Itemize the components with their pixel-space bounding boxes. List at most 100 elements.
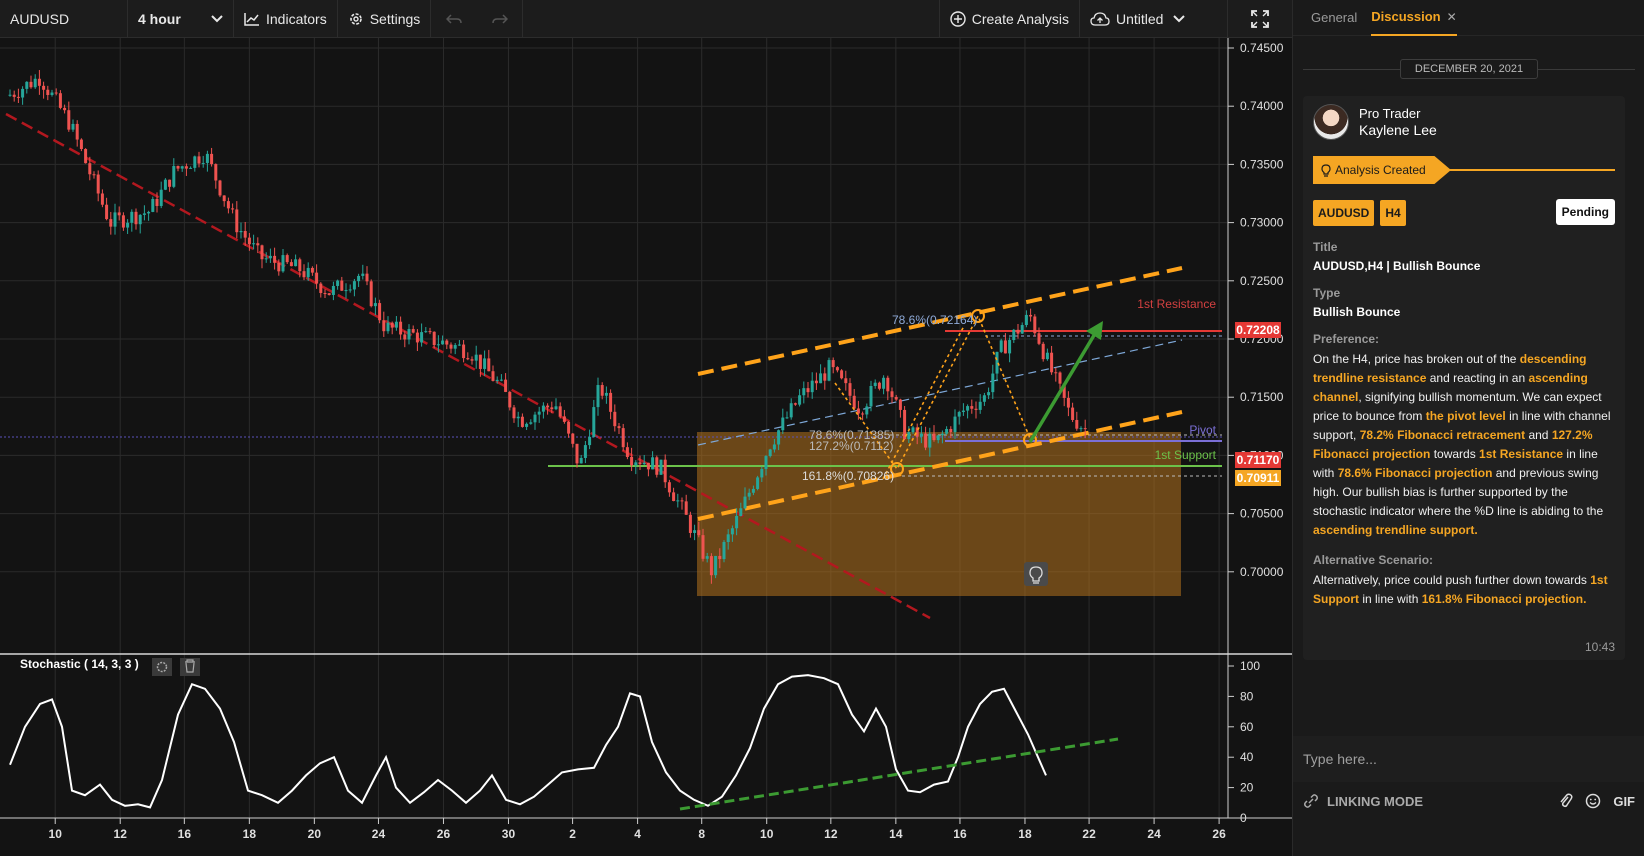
candle-body <box>399 321 403 335</box>
candle-body <box>92 174 96 176</box>
indicator-delete-button[interactable] <box>180 658 200 676</box>
candle-body <box>827 360 831 381</box>
settings-button[interactable]: Settings <box>338 0 432 38</box>
candle-body <box>621 428 625 448</box>
indicators-button[interactable]: Indicators <box>234 0 338 38</box>
candle-body <box>831 360 835 368</box>
candle-body <box>777 430 781 445</box>
analysis-created-banner: Analysis Created <box>1313 156 1615 184</box>
candle-body <box>138 214 142 225</box>
candle-body <box>432 331 436 345</box>
candle-body <box>1016 329 1020 334</box>
redo-button[interactable] <box>477 0 524 38</box>
candle-body <box>247 237 251 245</box>
date-pill: DECEMBER 20, 2021 <box>1399 59 1539 79</box>
candle-body <box>1054 372 1058 374</box>
text-span: in line with <box>1359 592 1422 606</box>
candle-body <box>571 433 575 444</box>
candle-body <box>226 201 230 209</box>
candle-body <box>814 380 818 384</box>
candle-body <box>680 500 684 502</box>
candle-body <box>453 345 457 349</box>
candle-body <box>126 222 130 228</box>
time-tick-label: 24 <box>372 827 386 841</box>
fib-label-4: 161.8%(0.70826) <box>802 469 894 483</box>
time-axis[interactable]: 10 12 16 18 20 24 26 30 2 4 8 10 12 14 16 18 22 24 26 <box>49 818 1227 841</box>
candle-body <box>361 273 365 276</box>
lightbulb-icon <box>1321 163 1331 177</box>
tab-discussion[interactable]: Discussion ✕ <box>1371 0 1457 36</box>
chart-area[interactable]: 1st Resistance Pivot 1st Support 78.6%(0… <box>0 38 1292 856</box>
candle-body <box>54 92 58 94</box>
message-input[interactable] <box>1303 751 1635 767</box>
gif-button[interactable]: GIF <box>1613 794 1635 809</box>
candle-body <box>667 482 671 493</box>
candle-body <box>651 457 655 470</box>
candle-body <box>655 457 659 475</box>
candle-body <box>705 556 709 559</box>
candle-body <box>701 535 705 559</box>
candle-body <box>1083 428 1087 430</box>
first-support-text: 1st Support <box>1155 448 1217 462</box>
candle-body <box>29 81 33 88</box>
candle-body <box>747 492 751 497</box>
layout-dropdown[interactable]: Untitled <box>1080 0 1228 38</box>
paperclip-icon[interactable] <box>1559 793 1573 809</box>
candle-body <box>256 243 260 246</box>
candle-body <box>642 462 646 465</box>
undo-button[interactable] <box>431 0 477 38</box>
date-separator: DECEMBER 20, 2021 <box>1303 58 1635 80</box>
candle-body <box>516 416 520 419</box>
candle-body <box>541 405 545 412</box>
linking-mode-toggle[interactable]: LINKING MODE <box>1327 794 1423 809</box>
price-tag-pivot-text: 0.71170 <box>1237 453 1280 467</box>
tab-general[interactable]: General <box>1311 0 1357 36</box>
candle-body <box>100 193 104 205</box>
type-label: Type <box>1313 286 1341 300</box>
create-analysis-button[interactable]: Create Analysis <box>940 0 1080 38</box>
candle-body <box>949 428 953 433</box>
fib-label-1: 78.6%(0.72164) <box>892 313 977 327</box>
projection-box <box>697 432 1181 596</box>
price-chart[interactable]: 1st Resistance Pivot 1st Support 78.6%(0… <box>0 38 1292 856</box>
avatar[interactable] <box>1313 104 1349 140</box>
candle-body <box>974 408 978 410</box>
candle-body <box>911 427 915 433</box>
author-name[interactable]: Kaylene Lee <box>1359 122 1437 138</box>
price-axis[interactable]: 0.745000.740000.735000.730000.725000.720… <box>1228 41 1284 579</box>
candle-body <box>936 435 940 441</box>
candle-body <box>197 156 201 164</box>
projection-arrow <box>1028 331 1098 443</box>
first-resistance-text: 1st Resistance <box>1137 297 1216 311</box>
candle-body <box>894 396 898 400</box>
candle-body <box>772 444 776 450</box>
fullscreen-button[interactable] <box>1228 0 1292 38</box>
symbol-badge: AUDUSD <box>1313 200 1375 226</box>
symbol-selector[interactable]: AUDUSD <box>0 0 128 38</box>
candle-body <box>189 167 193 169</box>
candle-body <box>554 406 558 410</box>
candle-body <box>987 392 991 396</box>
candle-body <box>613 411 617 427</box>
candle-body <box>407 329 411 340</box>
emoji-icon[interactable] <box>1585 793 1601 809</box>
candle-body <box>982 395 986 402</box>
candle-body <box>596 385 600 408</box>
candle-body <box>852 395 856 409</box>
candle-body <box>1033 316 1037 334</box>
indicator-settings-button[interactable] <box>152 658 172 676</box>
candle-body <box>298 259 302 272</box>
candle-body <box>659 459 663 475</box>
descending-trendline[interactable] <box>5 112 931 620</box>
candle-body <box>785 417 789 419</box>
candle-body <box>1058 372 1062 384</box>
timeframe-dropdown[interactable]: 4 hour <box>128 0 234 38</box>
close-icon[interactable]: ✕ <box>1447 10 1457 24</box>
title-value: AUDUSD,H4 | Bullish Bounce <box>1313 259 1481 273</box>
candle-body <box>823 373 827 381</box>
candle-body <box>697 530 701 536</box>
candle-body <box>8 94 12 96</box>
candle-body <box>243 231 247 238</box>
candle-body <box>835 367 839 371</box>
candle-body <box>558 406 562 417</box>
